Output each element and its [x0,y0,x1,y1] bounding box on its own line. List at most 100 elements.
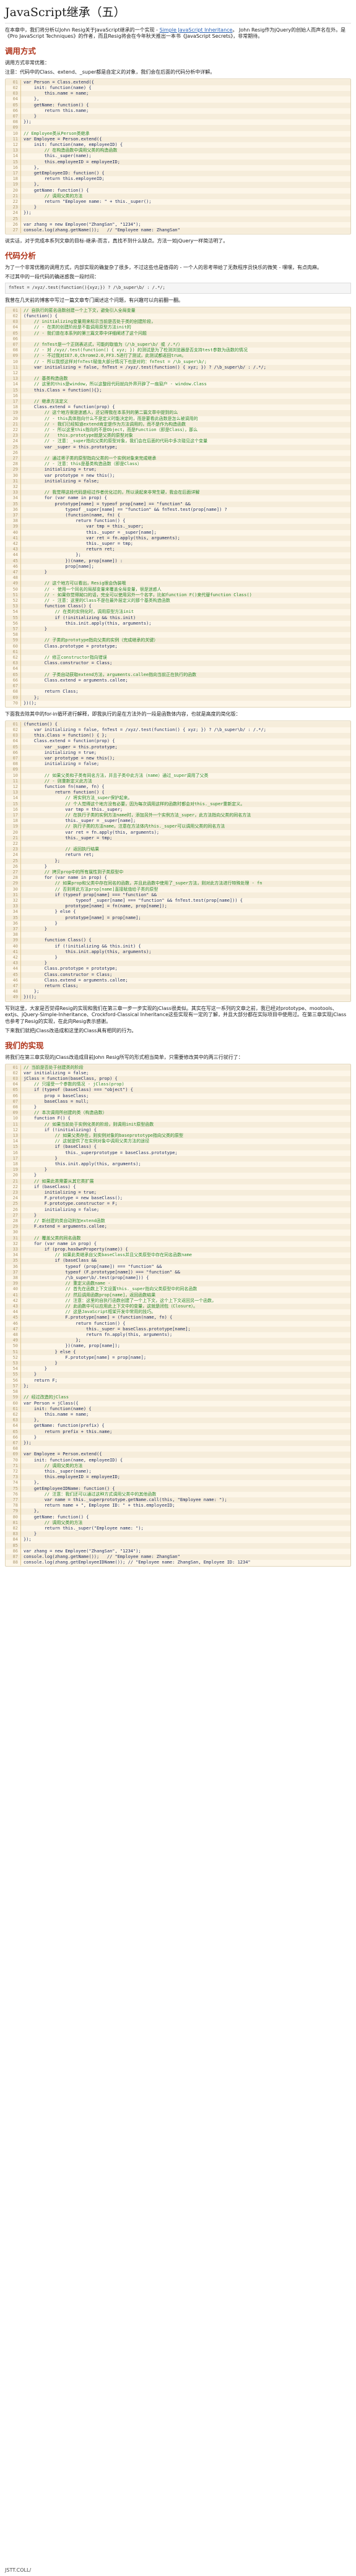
code-line: 19 } [6,1167,350,1173]
code-text: var ret = fn.apply(this, arguments); [24,535,180,541]
code-line: 70 init: function(name, employeeID) { [6,1457,350,1463]
line-number: 23 [6,847,21,853]
code-line: 24 F.prototype = new baseClass(); [6,1196,350,1202]
line-number: 05 [6,330,21,336]
simple-inheritance-link[interactable]: Simple JavaScript Inheritance [160,27,233,33]
code-line: 29 // 如果prop和父类中存在同名的函数，并且此函数中使用了_super方… [6,881,350,887]
line-number: 39 [6,524,21,530]
code-line: 35 if (baseClass && [6,1258,350,1264]
code-line: 60 var Person = jClass({ [6,1400,350,1406]
line-number: 18 [6,176,21,182]
code-line: 38 [6,932,350,938]
line-number: 01 [6,307,21,314]
code-line: 46 Class.extend = arguments.callee; [6,977,350,984]
line-number: 31 [6,892,21,898]
code-line: 42 } [6,955,350,961]
section-heading-analysis: 代码分析 [5,251,37,260]
line-number: 36 [6,507,21,513]
code-text: prototype[name] = prop[name]; [24,915,141,920]
code-line: 33 prototype[name] = fn(name, prop[name]… [6,904,350,910]
code-text: initializing = false; [24,1207,100,1212]
code-text: }); [24,1537,32,1543]
code-text: function fn(name, fn) { [24,784,105,789]
line-number: 08 [6,348,21,354]
line-number: 27 [6,455,21,462]
line-number: 46 [6,563,21,570]
code-line: 56 this.init.apply(this, arguments); [6,620,350,627]
line-number: 21 [6,835,21,841]
code-text: F.prototype[name] = prop[name]; [24,1354,147,1360]
line-number: 12 [6,370,21,377]
code-text: // 返回执行结果 [24,847,100,852]
code-line: 37 } [6,926,350,933]
code-line: 44 }; [6,552,350,558]
line-number: 09 [6,1110,21,1116]
code-text: // 新创建的类自动附加extend函数 [24,1218,105,1223]
code-text: this.init.apply(this, arguments); [24,1161,141,1166]
code-text: if (prop.hasOwnProperty(name)) { [24,1247,128,1252]
line-number: 17 [6,398,21,405]
code-text: // 只接受一个参数的情况 - jClass(prop) [24,1082,124,1087]
code-text: })(); [24,995,37,1000]
code-line: 50 })(name, prop[name]); [6,1343,350,1350]
code-line: 33 if (prop.hasOwnProperty(name)) { [6,1247,350,1253]
code-line: 02 var initializing = false, fnTest = /x… [6,727,350,734]
line-number: 22 [6,199,21,205]
code-text: Class.prototype = prototype; [24,643,118,649]
page-title: JavaScript继承（五） [5,5,351,24]
line-number: 40 [6,1286,21,1293]
code-text: // - 在类的创建阶段是不能调用原型方法init的 [24,325,131,330]
line-number: 64 [6,666,21,672]
code-line: 32 [6,484,350,490]
code-text: // - this具体指向什么不是定义时能决定的，而是要看此函数是怎么被调用的 [24,416,198,421]
code-line: 14 // 这就提供了在实例对象中调用父类方法的途径 [6,1139,350,1145]
code-text: F.prototype = new baseClass(); [24,1196,123,1201]
code-line: 30 // 否则将此方法prop[name]直接赋值给子类的原型 [6,886,350,892]
code-line: 05 if (typeof (baseClass) === "object") … [6,1087,350,1093]
code-text: initializing = true; [24,1189,97,1195]
code-line: 61 init: function(name) { [6,1406,350,1412]
line-number: 46 [6,1320,21,1327]
code-text: // 覆盖父类的同名函数 [24,1235,81,1241]
code-line: 17 } [6,1155,350,1162]
line-number: 81 [6,1520,21,1526]
code-text: return ret; [24,852,94,858]
code-text: this.init.apply(this, arguments); [24,949,152,954]
analysis-paragraph-2: 不过其中的一段代码的确迷惑我一段时间： [5,273,99,280]
code-line: 18 this._super = _super[name]; [6,818,350,824]
code-text: typeof (prop[name]) === "function" && [24,1264,162,1269]
line-number: 02 [6,1070,21,1076]
code-line: 06 return this.name; [6,108,350,114]
code-text: // 我觉得这段代码是经过作者优化过的，所以读起来非常生硬，我会在后面详解 [24,490,200,495]
code-text: return Class; [24,983,79,989]
code-text: for (var name in prop) { [24,875,107,881]
line-number: 18 [6,818,21,824]
line-number: 45 [6,558,21,564]
code-line: 48 return fn.apply(this, arguments); [6,1332,350,1338]
code-text: })(name, prop[name]) : [24,558,123,563]
line-number: 30 [6,473,21,479]
code-text: } [24,1372,37,1377]
code-line: 69 }; [6,695,350,701]
line-number: 23 [6,205,21,211]
code-line: 13 // 在构造函数中调用父类的构造函数 [6,148,350,154]
code-text: }; [24,695,40,700]
code-text: return this.employeeID; [24,176,105,182]
code-text: initializing = true; [24,467,97,473]
code-line: 33 // 我觉得这段代码是经过作者优化过的，所以读起来非常生硬，我会在后面详解 [6,490,350,496]
line-number: 44 [6,1309,21,1316]
line-number: 41 [6,535,21,542]
code-text: // 如果父类存在，则实例对象的baseprototype指向父类的原型 [24,1132,184,1138]
code-text: console.log(zhang.getName()); // "Employ… [24,227,180,233]
code-line: 28 // 新创建的类自动附加extend函数 [6,1218,350,1225]
code-line: 39 var tmp = this._super; [6,524,350,530]
code-line: 20 getName: function() { [6,187,350,194]
line-number: 76 [6,1491,21,1497]
code-line: 14 // 这里的this是window，所以这整段代码就向外界开辟了一扇窗户 … [6,382,350,388]
code-line: 41 this.init.apply(this, arguments); [6,949,350,956]
code-text: return name + ", Employee ID: " + this.e… [24,1503,175,1508]
